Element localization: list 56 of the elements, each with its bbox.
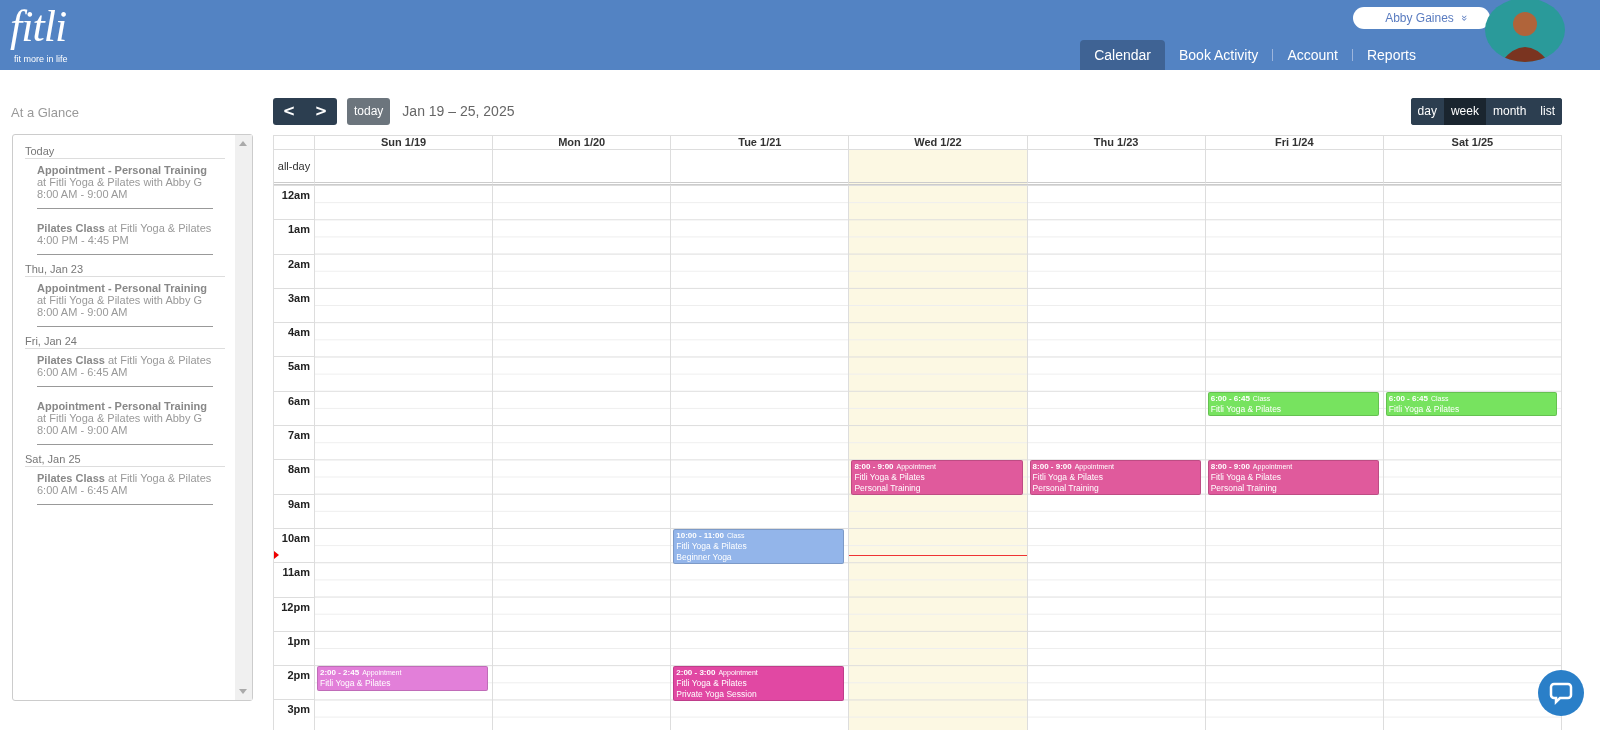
hour-label: 3pm xyxy=(287,703,310,716)
event-time: 8:00 AM - 9:00 AM xyxy=(37,424,129,436)
day-header: Thu 1/23 xyxy=(1026,136,1205,150)
hour-label: 2am xyxy=(287,257,310,270)
nav-tab[interactable]: Account xyxy=(1273,40,1352,70)
event-summary: Appointment - Personal Training at Fitli Yoga & Pilates with Abby G xyxy=(37,400,208,424)
user-menu[interactable]: Abby Gaines » xyxy=(1353,7,1490,29)
hour-label: 12pm xyxy=(281,600,310,613)
event-time: 4:00 PM - 4:45 PM xyxy=(37,234,130,246)
prev-button[interactable]: < xyxy=(273,97,305,125)
day-header: Sun 1/19 xyxy=(314,136,493,150)
logo-wordmark[interactable]: fitli xyxy=(8,0,75,54)
group-date: Thu, Jan 23 xyxy=(25,263,225,277)
hour-label: 4am xyxy=(287,326,310,339)
group-date: Today xyxy=(25,145,225,159)
day-header: Mon 1/20 xyxy=(492,136,671,150)
event-summary: Pilates Class at Fitli Yoga & Pilates xyxy=(37,354,213,366)
event-time: 8:00 AM - 9:00 AM xyxy=(37,188,129,200)
day-header: Tue 1/21 xyxy=(670,136,849,150)
event-time: 6:00 AM - 6:45 AM xyxy=(37,366,129,378)
nav-tab[interactable]: Calendar xyxy=(1080,40,1165,70)
event-summary: Pilates Class at Fitli Yoga & Pilates xyxy=(37,472,213,484)
event-time: 8:00 AM - 9:00 AM xyxy=(37,306,129,318)
event-summary: Pilates Class at Fitli Yoga & Pilates xyxy=(37,222,213,234)
day-header: Sat 1/25 xyxy=(1382,136,1561,150)
hour-label: 1am xyxy=(287,223,310,236)
hour-label: 2pm xyxy=(287,669,310,682)
group-date: Fri, Jan 24 xyxy=(25,335,225,349)
hour-label: 3am xyxy=(287,291,310,304)
hour-label: 1pm xyxy=(287,634,310,647)
next-button[interactable]: > xyxy=(305,97,337,125)
hour-label: 7am xyxy=(287,429,310,442)
today-button[interactable]: today xyxy=(347,97,391,125)
sidebar-title: At a Glance xyxy=(11,105,80,121)
date-range: Jan 19 – 25, 2025 xyxy=(402,103,515,119)
event-time: 6:00 AM - 6:45 AM xyxy=(37,484,129,496)
scrollbar[interactable] xyxy=(235,135,252,700)
now-marker-icon xyxy=(274,551,279,560)
hour-label: 5am xyxy=(287,360,310,373)
logo-tagline: fit more in life xyxy=(14,54,68,65)
chat-bubble-icon xyxy=(1549,681,1573,705)
chat-button[interactable] xyxy=(1538,670,1584,716)
all-day-label: all-day xyxy=(274,150,314,185)
nav-tab[interactable]: Reports xyxy=(1352,40,1430,70)
view-button[interactable]: week xyxy=(1443,97,1486,125)
hour-label: 8am xyxy=(287,463,310,476)
hour-label: 6am xyxy=(287,394,310,407)
day-header: Fri 1/24 xyxy=(1204,136,1383,150)
hour-label: 11am xyxy=(282,566,310,579)
group-date: Sat, Jan 25 xyxy=(25,453,225,467)
event-summary: Appointment - Personal Training at Fitli Yoga & Pilates with Abby G xyxy=(37,164,208,188)
hour-label: 9am xyxy=(287,497,310,510)
hour-label: 10am xyxy=(281,531,310,544)
hour-label: 12am xyxy=(281,189,310,201)
event-summary: Appointment - Personal Training at Fitli Yoga & Pilates with Abby G xyxy=(37,282,208,306)
nav-tab[interactable]: Book Activity xyxy=(1165,40,1273,70)
